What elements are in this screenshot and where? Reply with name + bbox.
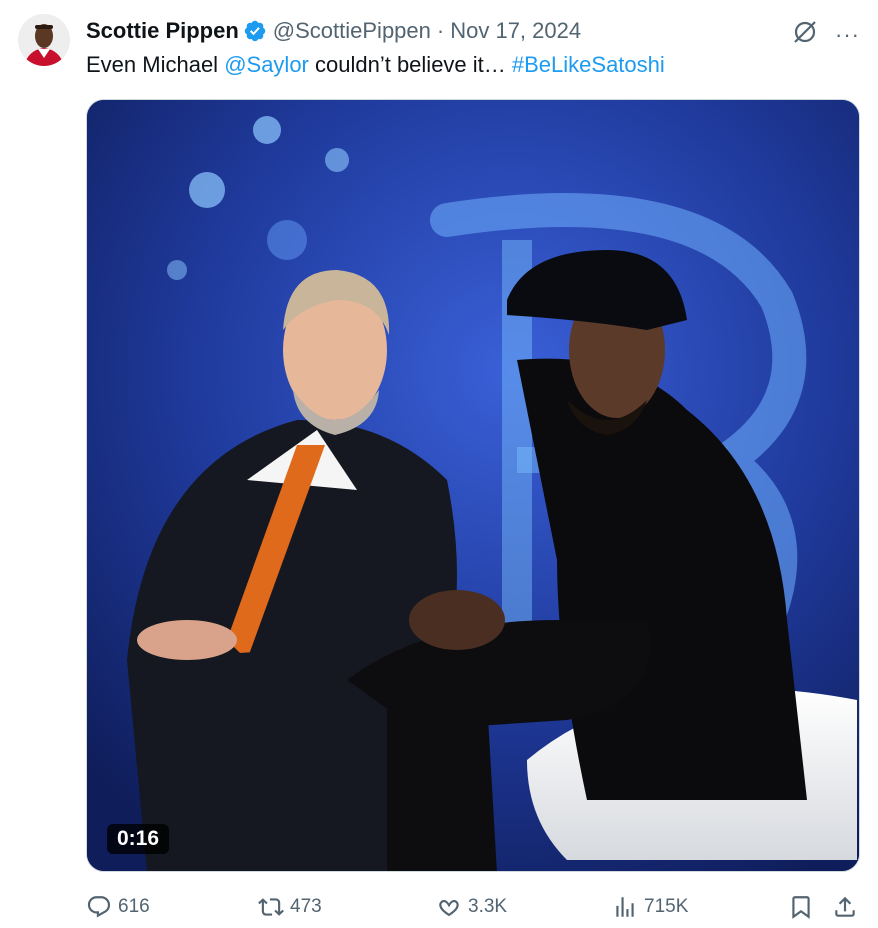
views-count: 715K <box>644 896 689 917</box>
top-actions: ··· <box>791 18 860 51</box>
tweet-text-middle: couldn’t believe it… <box>308 52 512 77</box>
mention-link[interactable]: @Saylor <box>224 52 309 77</box>
repost-button[interactable]: 473 <box>258 892 322 922</box>
share-button[interactable] <box>832 892 858 922</box>
separator-dot: · <box>436 18 445 43</box>
action-bar: 616 473 3.3K 715K <box>86 892 862 922</box>
like-button[interactable]: 3.3K <box>436 892 507 922</box>
bookmark-button[interactable] <box>788 892 814 922</box>
video-player[interactable]: 0:16 <box>86 99 860 872</box>
views-button[interactable]: 715K <box>612 892 688 922</box>
tweet-text: Even Michael @Saylor couldn’t believe it… <box>86 50 665 80</box>
tweet-header: Scottie Pippen @ScottiePippen · Nov 17, … <box>86 16 581 46</box>
reply-button[interactable]: 616 <box>86 892 150 922</box>
avatar-image <box>18 14 70 66</box>
verified-badge-icon[interactable] <box>243 19 267 43</box>
more-icon[interactable]: ··· <box>835 23 860 46</box>
video-frame <box>87 100 859 871</box>
tweet-text-prefix: Even Michael <box>86 52 225 77</box>
avatar[interactable] <box>18 14 70 66</box>
repost-icon <box>258 898 284 916</box>
reply-count: 616 <box>118 896 150 917</box>
timestamp[interactable]: Nov 17, 2024 <box>450 18 581 44</box>
reply-icon <box>87 896 111 918</box>
hashtag-link[interactable]: #BeLikeSatoshi <box>512 52 665 77</box>
heart-icon <box>439 899 459 917</box>
bookmark-icon <box>792 896 810 919</box>
share-icon <box>835 896 855 917</box>
video-duration: 0:16 <box>107 824 170 854</box>
tweet-card[interactable]: Scottie Pippen @ScottiePippen · Nov 17, … <box>0 0 878 928</box>
repost-count: 473 <box>290 896 322 917</box>
handle[interactable]: @ScottiePippen <box>273 18 431 44</box>
like-count: 3.3K <box>468 896 508 917</box>
grok-icon[interactable] <box>791 18 819 51</box>
views-icon <box>616 897 634 917</box>
display-name[interactable]: Scottie Pippen <box>86 18 239 44</box>
